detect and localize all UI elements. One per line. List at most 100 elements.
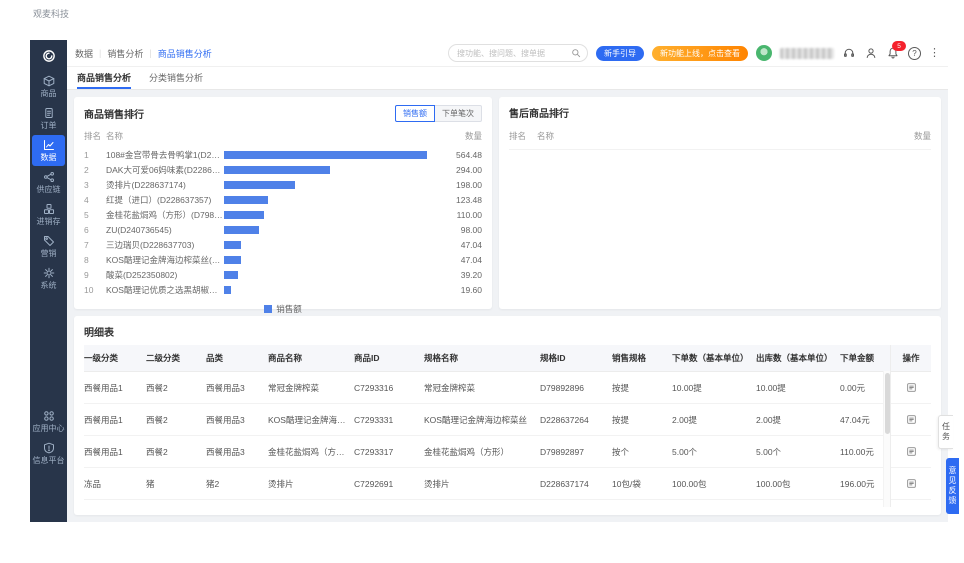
rank-row: 1 108#金宫带骨去骨鸭掌1(D228637144) 564.48 [84, 147, 482, 162]
table-cell: 西餐用品1 [84, 382, 123, 393]
view-detail-icon[interactable] [906, 478, 917, 489]
bar-value: 198.00 [456, 179, 482, 190]
sidebar-item-供应链[interactable]: 供应链 [32, 167, 65, 198]
detail-table-head: 一级分类 二级分类 品类 商品名称 商品ID 规格名称 规格ID 销售规格 下单数（基本单位） 出… [84, 345, 931, 372]
breadcrumb-separator: | [99, 48, 102, 58]
view-detail-icon[interactable] [906, 382, 917, 393]
table-cell: 冻品 [84, 478, 102, 489]
bar-value: 39.20 [460, 269, 482, 280]
table-col-header: 规格ID [540, 353, 566, 363]
tab-商品销售分析[interactable]: 商品销售分析 [77, 67, 132, 89]
sidebar-item-label: 数据 [40, 153, 57, 162]
view-detail-icon[interactable] [906, 414, 917, 425]
sidebar-bottom: 应用中心 信息平台 [30, 405, 67, 470]
topbar-right: 新手引导 新功能上线，点击查看 5 ? ⋮ [448, 41, 940, 62]
bar-track [224, 225, 440, 234]
tab-分类销售分析[interactable]: 分类销售分析 [149, 67, 203, 89]
view-detail-icon[interactable] [906, 446, 917, 457]
search-icon[interactable] [571, 48, 581, 58]
rank-row: 5 金桂花盐焗鸡（方形）(D79892897) 110.00 [84, 207, 482, 222]
bar-value: 19.60 [460, 284, 482, 295]
feedback-float-tab[interactable]: 意见反馈 [946, 458, 959, 514]
more-options-icon[interactable]: ⋮ [929, 47, 940, 59]
global-search[interactable] [448, 44, 588, 62]
after-sale-head: 售后商品排行 [509, 105, 931, 120]
sidebar-item-商品[interactable]: 商品 [32, 71, 65, 102]
bar-value: 47.04 [460, 239, 482, 250]
table-cell: 西餐用品3 [206, 414, 245, 425]
avatar[interactable] [756, 45, 772, 61]
table-cell: 按提 [612, 382, 630, 393]
table-cell: D228637264 [540, 414, 589, 425]
bar-track [224, 180, 440, 189]
table-cell: 10.00提 [756, 382, 786, 393]
legend-swatch [264, 305, 273, 313]
sidebar-item-信息平台[interactable]: 信息平台 [32, 438, 65, 469]
product-name: KOS酷理记金牌海边榨菜丝(D228637264) [106, 254, 224, 265]
bar-value: 564.48 [456, 149, 482, 160]
metric-toggle-下单笔次[interactable]: 下单笔次 [435, 105, 482, 122]
table-cell: 5.00个 [756, 446, 782, 457]
sidebar-item-系统[interactable]: 系统 [32, 263, 65, 294]
sidebar-item-营销[interactable]: 营销 [32, 231, 65, 262]
table-row: 西餐用品1西餐2西餐用品3KOS酷理记金牌海边榨菜丝C7293331KOS酷理记… [84, 404, 931, 436]
help-icon[interactable]: ? [908, 46, 921, 60]
bar-track [224, 165, 440, 174]
after-sale-column-headers: 排名 名称 数量 [509, 120, 931, 150]
table-col-header: 规格名称 [424, 353, 459, 363]
table-cell: C7293331 [354, 414, 394, 425]
metric-toggle-销售额[interactable]: 销售额 [395, 105, 435, 122]
product-name: KOS酷理记优质之选黑胡椒粒(D228634296) [106, 284, 224, 295]
product-name: ZU(D240736545) [106, 224, 172, 235]
bar [224, 225, 260, 234]
newbie-guide-button[interactable]: 新手引导 [596, 45, 644, 61]
table-cell: C7293317 [354, 446, 394, 457]
sidebar-item-数据[interactable]: 数据 [32, 135, 65, 166]
rank-number: 1 [84, 149, 89, 160]
op-cell [891, 468, 931, 500]
table-cell: 西餐2 [146, 414, 168, 425]
sidebar-nav: 商品 订单数据供应链进销存 营销 系统 [30, 70, 67, 295]
op-cell [891, 436, 931, 468]
sidebar-item-进销存[interactable]: 进销存 [32, 199, 65, 230]
supply-icon [43, 171, 55, 183]
bar [224, 165, 330, 174]
table-cell: 西餐用品3 [206, 446, 245, 457]
user-icon[interactable] [864, 46, 878, 60]
legend-label: 销售额 [276, 304, 302, 314]
table-cell: 按提 [612, 414, 630, 425]
bar-value: 123.48 [456, 194, 482, 205]
detail-table-card: 明细表 一级分类 二级分类 品类 商品名称 商品ID 规格名称 规格ID 销售规格 下单数（基本… [74, 316, 941, 515]
op-cell [891, 372, 931, 404]
rank-row: 9 酸菜(D252350802) 39.20 [84, 267, 482, 282]
sidebar-item-订单[interactable]: 订单 [32, 103, 65, 134]
sidebar-item-应用中心[interactable]: 应用中心 [32, 406, 65, 437]
table-cell: 烫排片 [268, 478, 294, 489]
bar-track [224, 240, 440, 249]
bar [224, 180, 296, 189]
col-rank: 排名 [84, 131, 102, 141]
content: 商品销售排行 销售额 下单笔次 排名 名称 数量 1 108#金宫带骨去骨鸭掌1(D… [67, 90, 948, 522]
sidebar-item-label: 供应链 [36, 185, 61, 194]
bar [224, 240, 241, 249]
marketing-icon [43, 235, 55, 247]
product-name: 金桂花盐焗鸡（方形）(D79892897) [106, 209, 224, 220]
company-brand: 观麦科技 [33, 9, 70, 19]
customer-service-icon[interactable] [842, 46, 856, 60]
bell-icon[interactable]: 5 [886, 41, 906, 60]
breadcrumb: 数据 | 销售分析 | 商品销售分析 [75, 47, 212, 60]
breadcrumb-sales-analysis[interactable]: 销售分析 [107, 47, 143, 60]
system-icon [43, 267, 55, 279]
breadcrumb-data[interactable]: 数据 [75, 47, 93, 60]
search-input[interactable] [455, 47, 567, 59]
table-col-header: 出库数（基本单位） [756, 353, 833, 363]
after-sale-title: 售后商品排行 [509, 109, 569, 120]
product-name: 108#金宫带骨去骨鸭掌1(D228637144) [106, 149, 224, 160]
data-icon [43, 139, 55, 151]
table-cell: 常冠金牌榨菜 [268, 382, 320, 393]
logo-icon[interactable] [30, 44, 67, 68]
task-float-tab[interactable]: 任务 [938, 415, 953, 449]
new-feature-promo-button[interactable]: 新功能上线，点击查看 [652, 45, 748, 61]
bar-value: 47.04 [460, 254, 482, 265]
